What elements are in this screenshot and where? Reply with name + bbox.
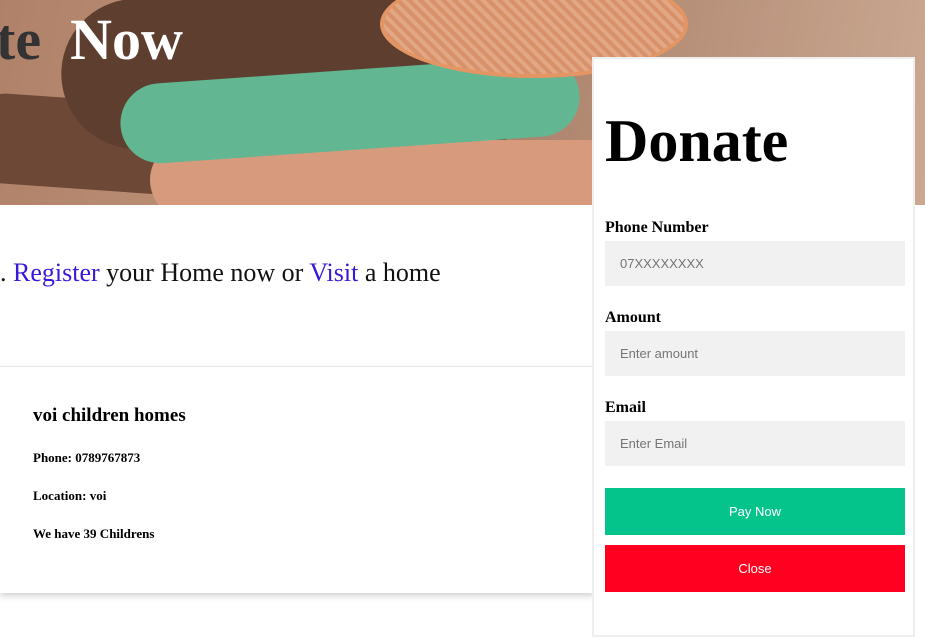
home-card[interactable]: voi children homes Phone: 0789767873 Loc…	[0, 367, 594, 593]
phone-input[interactable]	[605, 241, 905, 286]
donate-modal: Donate Phone Number Amount Email Pay Now…	[592, 57, 915, 637]
close-button[interactable]: Close	[605, 545, 905, 592]
email-input[interactable]	[605, 421, 905, 466]
visit-link[interactable]: Visit	[309, 258, 358, 287]
donate-title: Donate	[605, 108, 789, 174]
amount-label: Amount	[605, 309, 662, 326]
intro-text: . Register your Home now or Visit a home	[0, 258, 441, 288]
intro-middle: your Home now or	[99, 258, 310, 287]
home-phone: Phone: 0789767873	[33, 450, 141, 465]
hero-title-part2: Now	[70, 7, 183, 72]
hero-title-part1: te	[0, 7, 42, 72]
home-location: Location: voi	[33, 488, 107, 503]
pay-now-button[interactable]: Pay Now	[605, 488, 905, 535]
amount-input[interactable]	[605, 331, 905, 376]
hero-title: te Now	[0, 8, 183, 72]
register-link[interactable]: Register	[13, 258, 100, 287]
intro-prefix: .	[0, 258, 13, 287]
home-children-count: We have 39 Childrens	[33, 526, 155, 541]
intro-suffix: a home	[358, 258, 441, 287]
phone-label: Phone Number	[605, 219, 709, 236]
home-name: voi children homes	[33, 405, 186, 426]
email-label: Email	[605, 399, 646, 416]
